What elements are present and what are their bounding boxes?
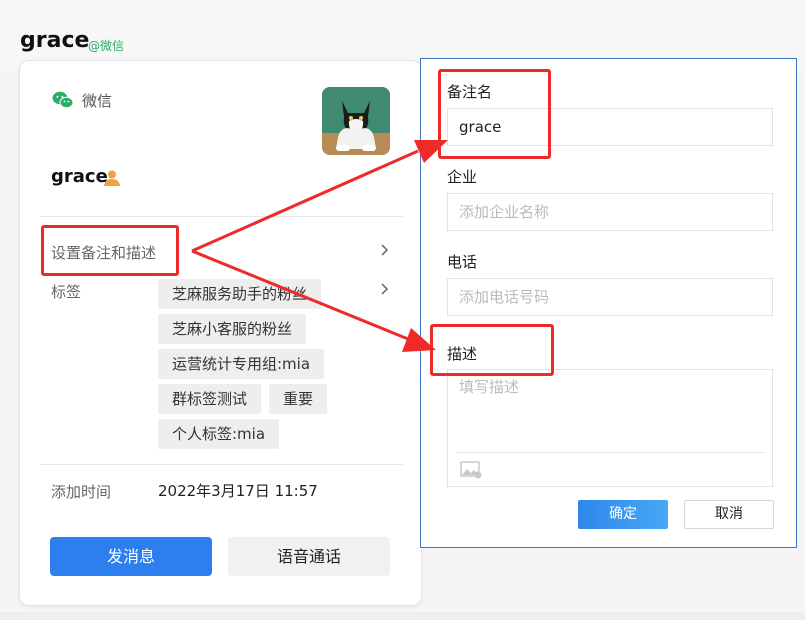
divider (456, 452, 764, 453)
company-label: 企业 (447, 168, 478, 186)
send-message-button[interactable]: 发消息 (50, 537, 212, 576)
page-source-label: @微信 (88, 39, 125, 53)
tag-chip: 群标签测试 (158, 384, 262, 414)
voice-call-button[interactable]: 语音通话 (228, 537, 390, 576)
bottom-strip (0, 612, 805, 620)
confirm-button[interactable]: 确定 (578, 500, 668, 529)
source-label: 微信 (82, 92, 113, 110)
description-box (447, 369, 773, 487)
tag-chip: 芝麻服务助手的粉丝 (158, 279, 322, 309)
cancel-button[interactable]: 取消 (684, 500, 774, 529)
avatar[interactable] (322, 87, 390, 155)
divider (41, 216, 403, 217)
phone-label: 电话 (447, 253, 478, 271)
person-icon (104, 170, 120, 186)
divider (41, 464, 403, 465)
contact-name: grace (51, 166, 108, 187)
tag-chip: 个人标签:mia (158, 419, 280, 449)
description-textarea[interactable] (448, 370, 772, 450)
wechat-icon (52, 91, 74, 109)
added-time-value: 2022年3月17日 11:57 (158, 482, 318, 500)
tag-chip: 重要 (269, 384, 328, 414)
tags-label: 标签 (51, 283, 82, 301)
chevron-right-icon[interactable] (380, 283, 390, 295)
company-input[interactable] (447, 193, 773, 231)
phone-input[interactable] (447, 278, 773, 316)
contact-card: 微信 grace 设置备注和描述 标签 芝麻服务助手的粉丝 芝麻小客服的粉丝 运… (19, 60, 422, 606)
page-title: grace (20, 28, 90, 53)
edit-remark-dialog: 备注名 企业 电话 描述 确定 取消 (420, 58, 797, 548)
added-time-label: 添加时间 (51, 483, 112, 501)
tag-chip: 运营统计专用组:mia (158, 349, 325, 379)
cat-photo (322, 87, 390, 155)
chevron-right-icon[interactable] (380, 244, 390, 256)
remark-name-input[interactable] (447, 108, 773, 146)
remark-name-label: 备注名 (447, 83, 493, 101)
tag-chip: 芝麻小客服的粉丝 (158, 314, 307, 344)
description-label: 描述 (447, 345, 478, 363)
set-remark-description-link[interactable]: 设置备注和描述 (51, 242, 156, 263)
image-icon[interactable] (460, 461, 482, 479)
